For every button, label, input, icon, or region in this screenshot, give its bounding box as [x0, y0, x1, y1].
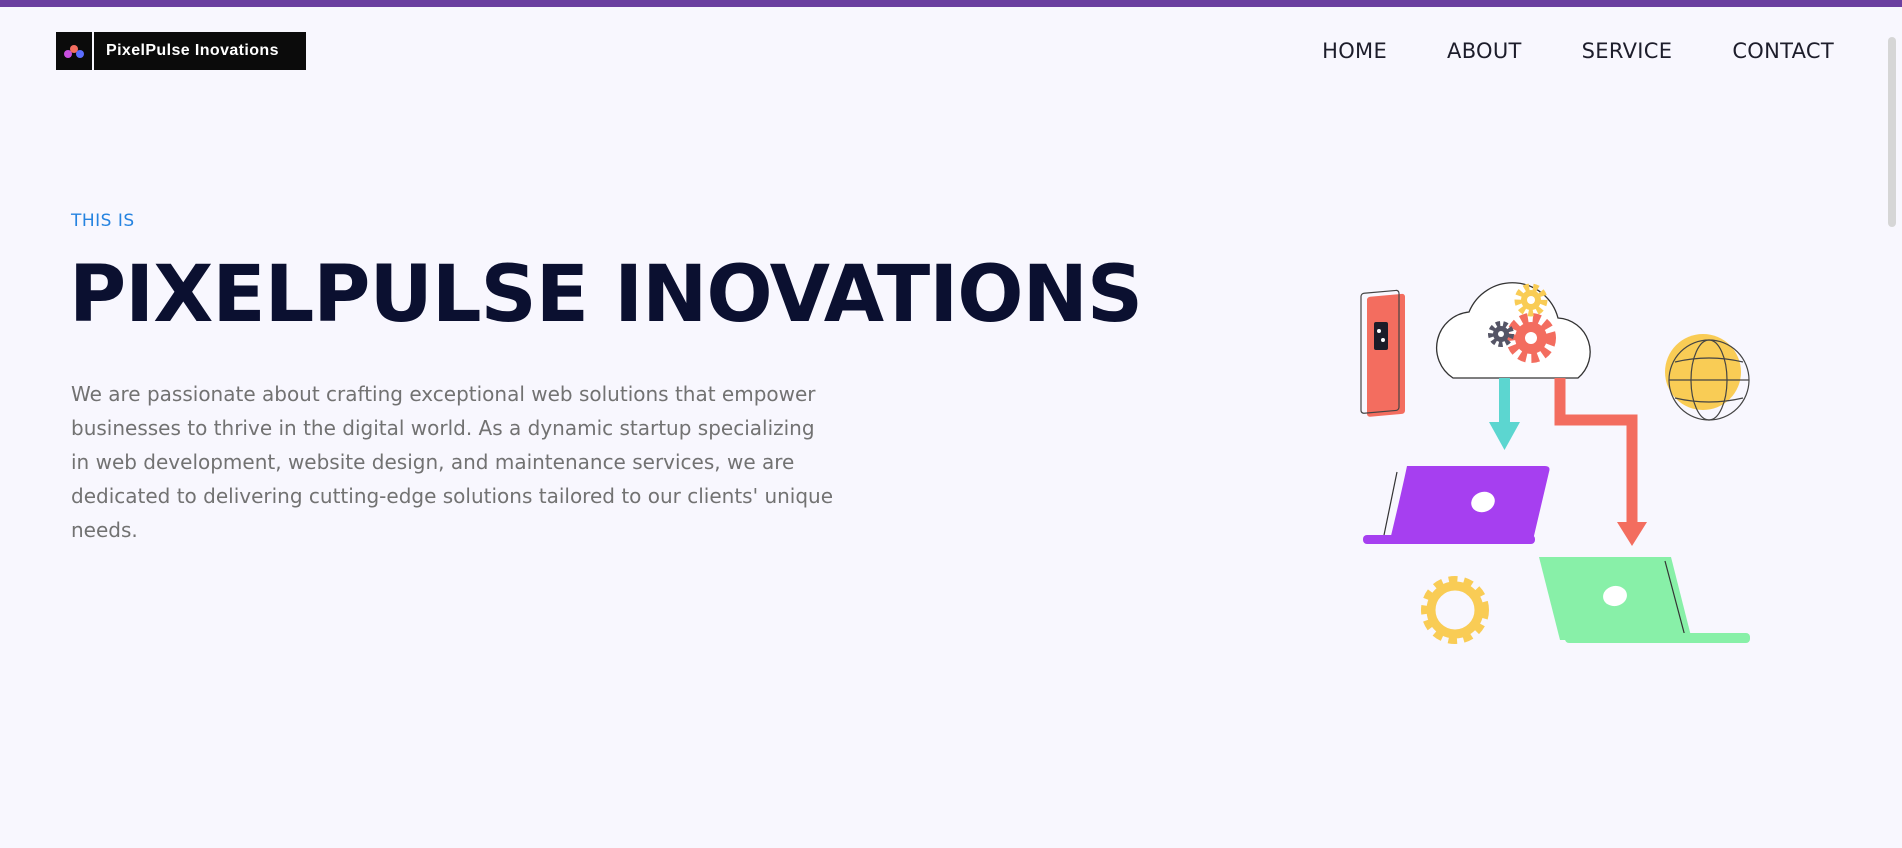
nav-contact[interactable]: CONTACT: [1732, 39, 1834, 63]
nav-home[interactable]: HOME: [1322, 39, 1387, 63]
hero-eyebrow: THIS IS: [71, 211, 135, 231]
elbow-arrow-icon: [1554, 378, 1647, 546]
page-scrollbar[interactable]: [1880, 7, 1902, 848]
top-accent-bar: [0, 0, 1902, 7]
hero-title: PIXELPULSE INOVATIONS: [69, 250, 1143, 340]
hero-description: We are passionate about crafting excepti…: [71, 382, 834, 542]
nav-service[interactable]: SERVICE: [1582, 39, 1673, 63]
logo-icon: [56, 32, 94, 70]
hero-illustration: [1360, 282, 1750, 644]
phone-icon: [1360, 289, 1405, 417]
main-nav: HOME ABOUT SERVICE CONTACT: [1322, 39, 1834, 63]
laptop-icon: [1539, 557, 1750, 643]
brand-name: PixelPulse Inovations: [106, 42, 279, 59]
site-header: PixelPulse Inovations HOME ABOUT SERVICE…: [0, 7, 1880, 95]
nav-about[interactable]: ABOUT: [1447, 39, 1522, 63]
scrollbar-thumb[interactable]: [1888, 37, 1896, 227]
globe-icon: [1665, 334, 1750, 421]
arrow-down-icon: [1489, 378, 1520, 450]
brand-logo[interactable]: PixelPulse Inovations: [56, 32, 306, 70]
laptop-icon: [1363, 466, 1550, 544]
gear-icon: [1421, 576, 1489, 644]
